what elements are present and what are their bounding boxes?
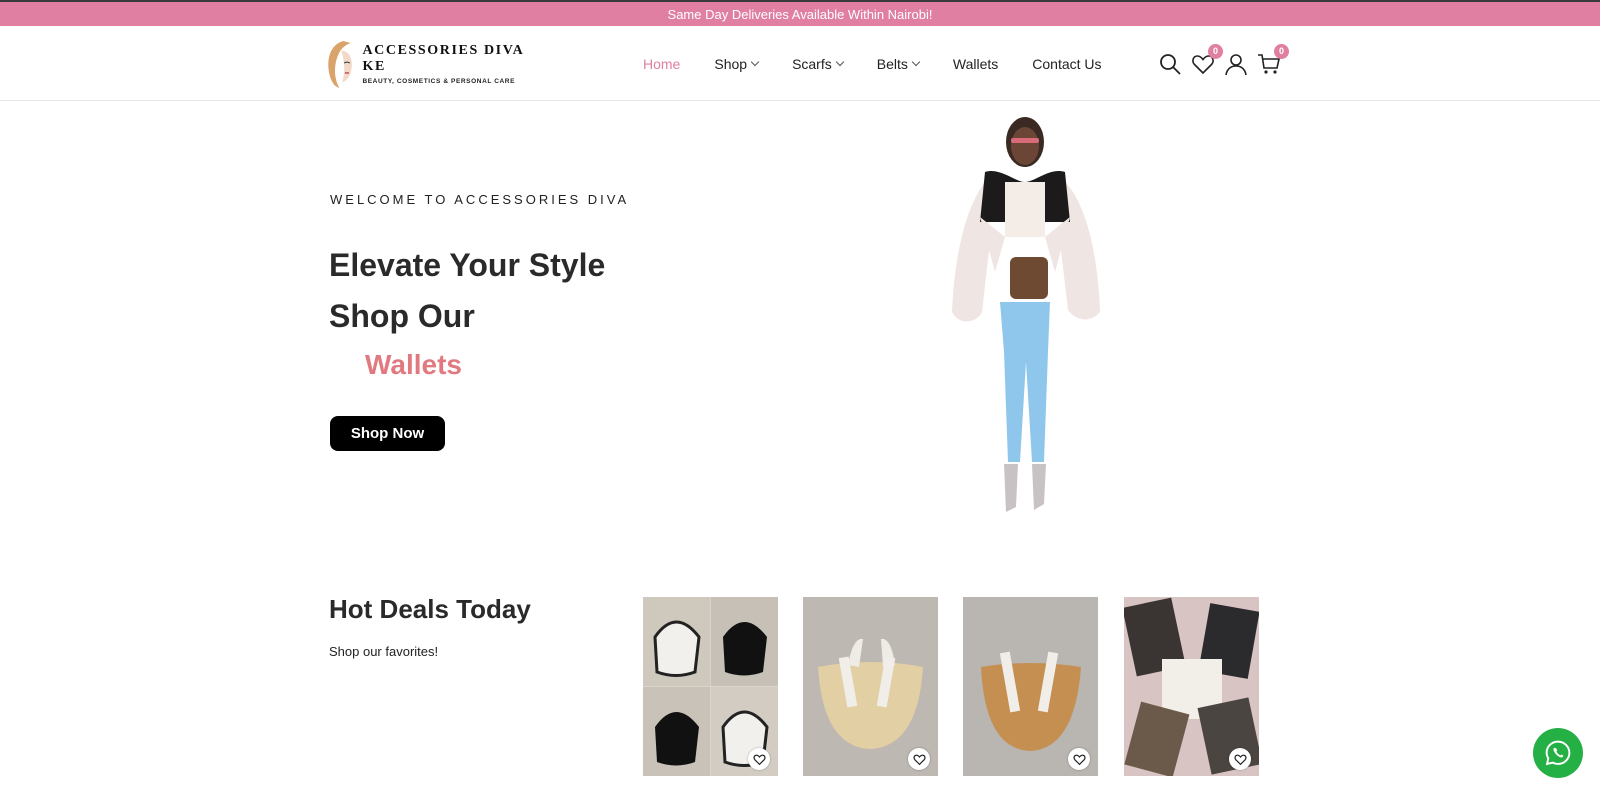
shop-now-button[interactable]: Shop Now bbox=[330, 416, 445, 451]
search-button[interactable] bbox=[1158, 52, 1182, 76]
cart-count-badge: 0 bbox=[1274, 43, 1289, 59]
add-to-wishlist-button[interactable] bbox=[908, 748, 930, 770]
main-nav: Home Shop Scarfs Belts Wallets Contact U… bbox=[643, 26, 1136, 101]
nav-belts-label: Belts bbox=[876, 55, 908, 72]
nav-home[interactable]: Home bbox=[643, 56, 680, 72]
user-icon bbox=[1225, 53, 1247, 75]
nav-shop-label: Shop bbox=[714, 55, 748, 72]
nav-wallets[interactable]: Wallets bbox=[953, 56, 998, 72]
nav-scarfs[interactable]: Scarfs bbox=[792, 55, 844, 72]
product-card[interactable] bbox=[1124, 597, 1259, 776]
wishlist-button[interactable]: 0 bbox=[1191, 43, 1223, 76]
nav-contact[interactable]: Contact Us bbox=[1032, 56, 1101, 72]
nav-home-label: Home bbox=[643, 55, 681, 72]
logo-title: ACCESSORIES DIVA KE bbox=[362, 43, 524, 74]
nav-belts[interactable]: Belts bbox=[876, 55, 921, 72]
search-icon bbox=[1160, 53, 1181, 75]
site-logo[interactable]: ACCESSORIES DIVA KE BEAUTY, COSMETICS & … bbox=[324, 38, 544, 90]
product-card[interactable] bbox=[963, 597, 1098, 776]
heart-icon bbox=[752, 754, 766, 765]
announcement-text: Same Day Deliveries Available Within Nai… bbox=[667, 6, 933, 22]
nav-wallets-label: Wallets bbox=[952, 55, 999, 72]
chevron-down-icon bbox=[911, 57, 921, 66]
add-to-wishlist-button[interactable] bbox=[1068, 748, 1090, 770]
whatsapp-icon bbox=[1545, 740, 1571, 766]
nav-contact-label: Contact Us bbox=[1032, 55, 1102, 72]
hot-deals-subtitle: Shop our favorites! bbox=[329, 644, 439, 659]
product-card[interactable] bbox=[803, 597, 938, 776]
cart-button[interactable]: 0 bbox=[1257, 43, 1289, 76]
hot-deals-title: Hot Deals Today bbox=[329, 594, 531, 624]
hero-model-image bbox=[952, 117, 1100, 512]
account-button[interactable] bbox=[1224, 52, 1248, 76]
hero-kicker: WELCOME TO ACCESSORIES DIVA bbox=[330, 192, 630, 207]
header-actions: 0 0 bbox=[1158, 26, 1290, 101]
wishlist-count-badge: 0 bbox=[1208, 43, 1223, 59]
hero-headline: Elevate Your Style Shop Our bbox=[329, 240, 605, 342]
whatsapp-chat-button[interactable] bbox=[1533, 728, 1583, 778]
nav-shop[interactable]: Shop bbox=[714, 55, 760, 72]
announcement-bar: Same Day Deliveries Available Within Nai… bbox=[0, 0, 1600, 26]
logo-tagline: BEAUTY, COSMETICS & PERSONAL CARE bbox=[362, 78, 516, 85]
chevron-down-icon bbox=[835, 57, 844, 66]
heart-icon bbox=[912, 754, 926, 765]
site-header: ACCESSORIES DIVA KE BEAUTY, COSMETICS & … bbox=[0, 26, 1600, 101]
hero-headline-line2: Shop Our bbox=[329, 298, 475, 334]
product-card[interactable] bbox=[643, 597, 778, 776]
add-to-wishlist-button[interactable] bbox=[748, 748, 770, 770]
nav-scarfs-label: Scarfs bbox=[792, 55, 832, 72]
logo-face-icon bbox=[328, 41, 352, 88]
chevron-down-icon bbox=[750, 57, 760, 66]
add-to-wishlist-button[interactable] bbox=[1229, 748, 1251, 770]
hero-accent-word: Wallets bbox=[365, 349, 462, 380]
heart-icon bbox=[1072, 754, 1086, 765]
hero-headline-line1: Elevate Your Style bbox=[329, 247, 606, 283]
heart-icon bbox=[1233, 754, 1247, 765]
